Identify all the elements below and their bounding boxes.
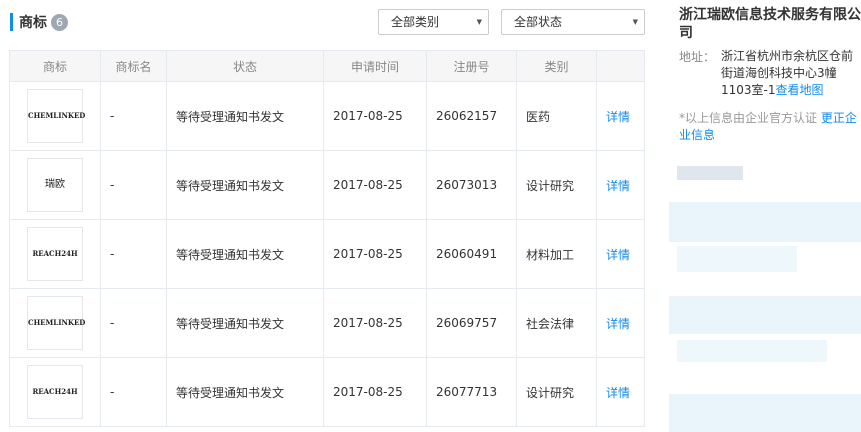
table-row: CHEMLINKED - 等待受理通知书发文 2017-08-25 260697… (9, 288, 645, 358)
logo-cell: REACH24H (9, 219, 101, 289)
company-name: 浙江瑞欧信息技术服务有限公司 (679, 7, 861, 41)
trademark-status: 等待受理通知书发文 (166, 150, 324, 220)
chevron-down-icon: ▼ (632, 18, 638, 26)
column-header-action (596, 50, 645, 82)
logo-cell: 瑞欧 (9, 150, 101, 220)
table-row: REACH24H - 等待受理通知书发文 2017-08-25 26060491… (9, 219, 645, 289)
address-value: 浙江省杭州市余杭区仓前街道海创科技中心3幢1103室-1查看地图 (721, 48, 857, 99)
logo-cell: CHEMLINKED (9, 81, 101, 151)
blurred-content (669, 394, 861, 432)
action-cell: 详情 (596, 219, 645, 289)
column-header-name: 商标名 (100, 50, 167, 82)
trademark-name: - (100, 150, 167, 220)
registration-number: 26073013 (426, 150, 517, 220)
section-header: 商标 6 (10, 12, 68, 32)
status-filter-value: 全部状态 (514, 15, 563, 29)
application-date: 2017-08-25 (323, 219, 427, 289)
trademark-name: - (100, 219, 167, 289)
registration-number: 26060491 (426, 219, 517, 289)
action-cell: 详情 (596, 150, 645, 220)
column-header-logo: 商标 (9, 50, 101, 82)
trademark-table: 商标 商标名 状态 申请时间 注册号 类别 CHEMLINKED - 等待受理通… (9, 50, 645, 427)
application-date: 2017-08-25 (323, 288, 427, 358)
trademark-logo-image: CHEMLINKED (27, 296, 85, 350)
count-badge: 6 (51, 13, 68, 31)
trademark-status: 等待受理通知书发文 (166, 81, 324, 151)
trademark-name: - (100, 81, 167, 151)
section-title: 商标 (19, 15, 47, 31)
logo-cell: CHEMLINKED (9, 288, 101, 358)
detail-link[interactable]: 详情 (606, 248, 630, 262)
trademark-category: 设计研究 (516, 150, 597, 220)
chevron-down-icon: ▼ (476, 18, 482, 26)
application-date: 2017-08-25 (323, 150, 427, 220)
table-header-row: 商标 商标名 状态 申请时间 注册号 类别 (9, 50, 645, 82)
company-info-sidebar: 浙江瑞欧信息技术服务有限公司 地址： 浙江省杭州市余杭区仓前街道海创科技中心3幢… (669, 0, 861, 432)
column-header-status: 状态 (166, 50, 324, 82)
table-row: 瑞欧 - 等待受理通知书发文 2017-08-25 26073013 设计研究 … (9, 150, 645, 220)
trademark-status: 等待受理通知书发文 (166, 357, 324, 427)
table-row: CHEMLINKED - 等待受理通知书发文 2017-08-25 260621… (9, 81, 645, 151)
category-filter-value: 全部类别 (391, 15, 440, 29)
column-header-date: 申请时间 (323, 50, 427, 82)
application-date: 2017-08-25 (323, 81, 427, 151)
registration-number: 26062157 (426, 81, 517, 151)
logo-cell: REACH24H (9, 357, 101, 427)
certification-note: *以上信息由企业官方认证 更正企业信息 (679, 110, 859, 144)
certification-note-text: *以上信息由企业官方认证 (679, 111, 821, 125)
registration-number: 26069757 (426, 288, 517, 358)
status-filter-select[interactable]: 全部状态 ▼ (501, 9, 645, 35)
trademark-logo-image: 瑞欧 (27, 158, 83, 212)
column-header-reg-no: 注册号 (426, 50, 517, 82)
blurred-content (677, 340, 827, 362)
trademark-category: 材料加工 (516, 219, 597, 289)
category-filter-select[interactable]: 全部类别 ▼ (378, 9, 489, 35)
column-header-category: 类别 (516, 50, 597, 82)
detail-link[interactable]: 详情 (606, 179, 630, 193)
table-row: REACH24H - 等待受理通知书发文 2017-08-25 26077713… (9, 357, 645, 427)
action-cell: 详情 (596, 288, 645, 358)
action-cell: 详情 (596, 81, 645, 151)
application-date: 2017-08-25 (323, 357, 427, 427)
trademark-category: 社会法律 (516, 288, 597, 358)
section-accent-bar (10, 13, 13, 31)
blurred-content (677, 166, 743, 180)
action-cell: 详情 (596, 357, 645, 427)
trademark-status: 等待受理通知书发文 (166, 288, 324, 358)
trademark-logo-image: REACH24H (27, 227, 83, 281)
blurred-content (669, 202, 861, 242)
trademark-logo-image: CHEMLINKED (27, 89, 85, 143)
blurred-content (669, 296, 861, 334)
trademark-name: - (100, 288, 167, 358)
trademark-panel: 商标 6 全部类别 ▼ 全部状态 ▼ 商标 商标名 状态 申请时间 注册号 类别 (0, 0, 652, 432)
trademark-logo-image: REACH24H (27, 365, 83, 419)
trademark-category: 设计研究 (516, 357, 597, 427)
registration-number: 26077713 (426, 357, 517, 427)
trademark-name: - (100, 357, 167, 427)
detail-link[interactable]: 详情 (606, 110, 630, 124)
detail-link[interactable]: 详情 (606, 317, 630, 331)
view-map-link[interactable]: 查看地图 (776, 83, 824, 97)
trademark-category: 医药 (516, 81, 597, 151)
address-label: 地址： (679, 50, 716, 64)
blurred-content (677, 246, 797, 272)
trademark-status: 等待受理通知书发文 (166, 219, 324, 289)
detail-link[interactable]: 详情 (606, 386, 630, 400)
